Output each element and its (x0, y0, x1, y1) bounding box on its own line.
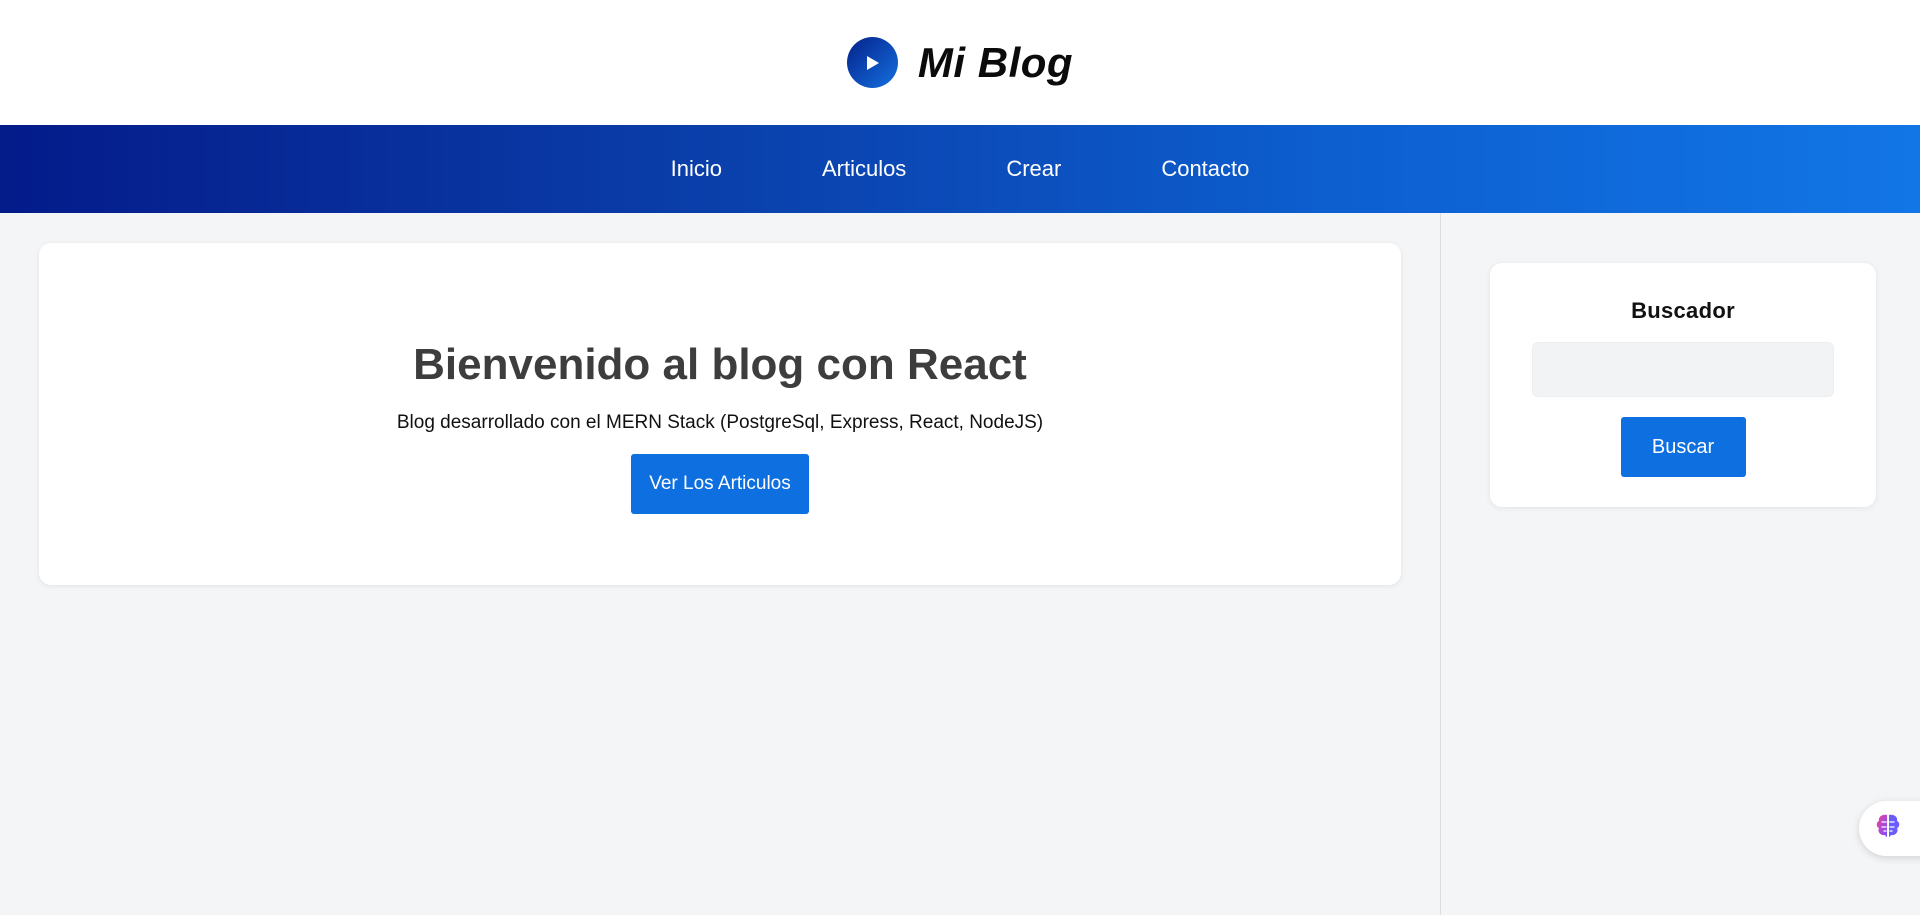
nav-item-crear[interactable]: Crear (956, 156, 1111, 182)
sidebar: Buscador Buscar (1441, 213, 1920, 915)
hero-card: Bienvenido al blog con React Blog desarr… (39, 243, 1401, 585)
search-input[interactable] (1532, 342, 1834, 397)
hero-subtitle: Blog desarrollado con el MERN Stack (Pos… (396, 412, 1044, 433)
nav-item-contacto[interactable]: Contacto (1111, 156, 1299, 182)
search-card: Buscador Buscar (1490, 263, 1876, 507)
assistant-widget[interactable] (1859, 801, 1920, 856)
search-title: Buscador (1631, 298, 1735, 323)
search-button[interactable]: Buscar (1620, 417, 1746, 477)
play-icon (846, 37, 898, 88)
brain-icon (1873, 811, 1903, 846)
main-content: Bienvenido al blog con React Blog desarr… (0, 213, 1440, 915)
nav-list: Inicio Articulos Crear Contacto (621, 156, 1300, 182)
nav-item-articulos[interactable]: Articulos (772, 156, 956, 182)
nav-item-inicio[interactable]: Inicio (621, 156, 772, 182)
site-header: Mi Blog (0, 0, 1920, 125)
main-nav: Inicio Articulos Crear Contacto (0, 125, 1920, 213)
site-title: Mi Blog (917, 38, 1074, 86)
view-articles-button[interactable]: Ver Los Articulos (631, 454, 809, 514)
brand[interactable]: Mi Blog (846, 37, 1074, 88)
hero-title: Bienvenido al blog con React (413, 340, 1027, 389)
